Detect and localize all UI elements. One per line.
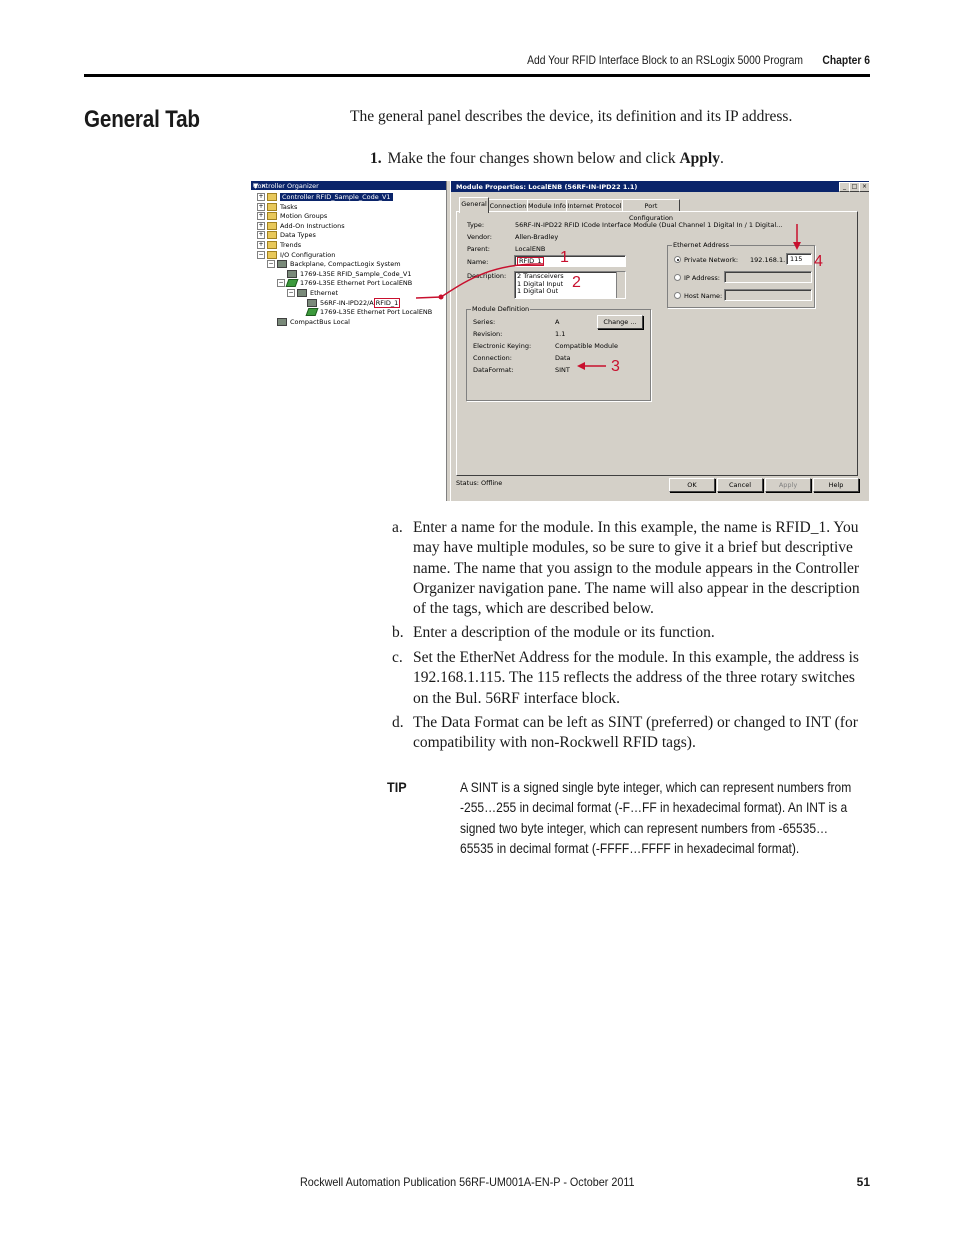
callout-1: 1 <box>560 249 569 266</box>
list-letter: c. <box>392 649 403 666</box>
rslogix-screenshot: Controller Organizer ▼ × + Controller RFI… <box>251 181 869 501</box>
callout-arrowhead-3 <box>577 362 585 370</box>
callout-3: 3 <box>611 358 620 375</box>
list-text: Enter a name for the module. In this exa… <box>413 519 860 618</box>
callout-arrowhead-4 <box>793 242 801 250</box>
callout-dot <box>438 294 444 300</box>
step-number: 1. <box>370 150 382 167</box>
tip-label: TIP <box>387 779 407 795</box>
footer-publication: Rockwell Automation Publication 56RF-UM0… <box>300 1175 635 1189</box>
list-letter: b. <box>392 624 404 641</box>
tip-text: A SINT is a signed single byte integer, … <box>460 779 852 856</box>
step-bold: Apply <box>679 150 720 167</box>
list-letter: d. <box>392 714 404 731</box>
header-rule <box>84 74 870 77</box>
step-text-end: . <box>719 150 724 167</box>
list-text: Enter a description of the module or its… <box>413 624 715 641</box>
intro-paragraph: The general panel describes the device, … <box>350 108 793 125</box>
step-1: 1. Make the four changes shown below and … <box>370 150 870 168</box>
running-header: Add Your RFID Interface Block to an RSLo… <box>527 53 803 67</box>
callout-connector <box>415 263 544 299</box>
callout-4: 4 <box>814 253 823 270</box>
tab-general[interactable]: General <box>459 197 489 213</box>
list-text: Set the EtherNet Address for the module.… <box>413 649 859 707</box>
page-number: 51 <box>856 1175 870 1189</box>
step-text: Make the four changes shown below and cl… <box>387 150 680 167</box>
annotation-overlay <box>415 224 801 370</box>
list-letter: a. <box>392 519 403 536</box>
chapter-label: Chapter 6 <box>822 53 870 67</box>
callout-2: 2 <box>572 274 581 291</box>
list-text: The Data Format can be left as SINT (pre… <box>413 714 858 752</box>
section-title: General Tab <box>84 106 200 133</box>
